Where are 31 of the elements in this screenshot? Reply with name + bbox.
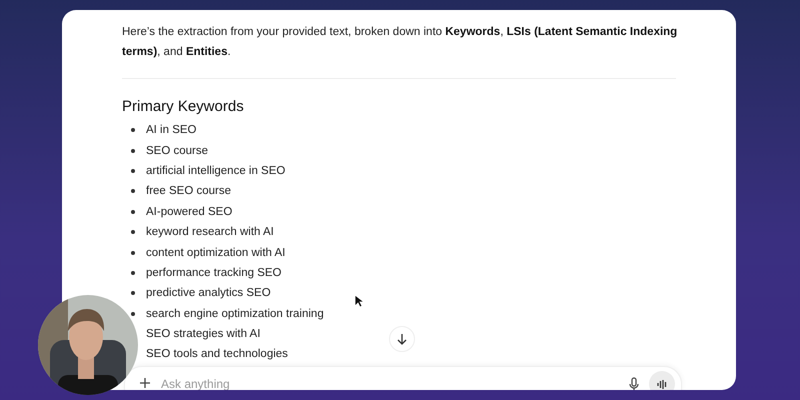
bullet-icon [131, 148, 135, 153]
keyword-item: predictive analytics SEO [146, 287, 271, 300]
scroll-down-button[interactable] [389, 326, 415, 352]
section-heading: Primary Keywords [122, 98, 245, 115]
arrow-down-icon [396, 333, 408, 345]
bullet-icon [131, 168, 135, 173]
microphone-icon[interactable] [629, 377, 639, 390]
keyword-item: search engine optimization training [146, 308, 324, 320]
intro-paragraph: Here’s the extraction from your provided text, broken down into Keywords, LSIs (Latent Semantic Indexing terms), and Entities. [122, 25, 678, 60]
keyword-item: performance tracking SEO [146, 266, 282, 279]
bullet-icon [131, 291, 135, 296]
keyword-item: SEO strategies with AI [146, 328, 260, 340]
bullet-icon [131, 312, 135, 316]
keyword-item: AI-powered SEO [146, 206, 232, 218]
keyword-item: content optimization with AI [146, 246, 286, 259]
bullet-icon [131, 128, 135, 132]
cursor-icon [354, 294, 364, 308]
bullet-icon [131, 230, 135, 234]
keyword-item: keyword research with AI [146, 226, 274, 238]
bullet-icon [131, 250, 135, 255]
keyword-item: SEO tools and technologies [146, 348, 288, 360]
bullet-icon [131, 210, 135, 214]
bullet-icon [131, 189, 135, 194]
keyword-item: artificial intelligence in SEO [146, 164, 286, 177]
waveform-icon [656, 378, 668, 390]
bullet-icon [131, 270, 135, 275]
keyword-item: AI in SEO [146, 124, 196, 136]
keyword-item: free SEO course [146, 185, 232, 198]
plus-icon[interactable] [139, 377, 151, 389]
keyword-item: SEO course [146, 144, 208, 157]
voice-mode-button[interactable] [649, 371, 675, 390]
